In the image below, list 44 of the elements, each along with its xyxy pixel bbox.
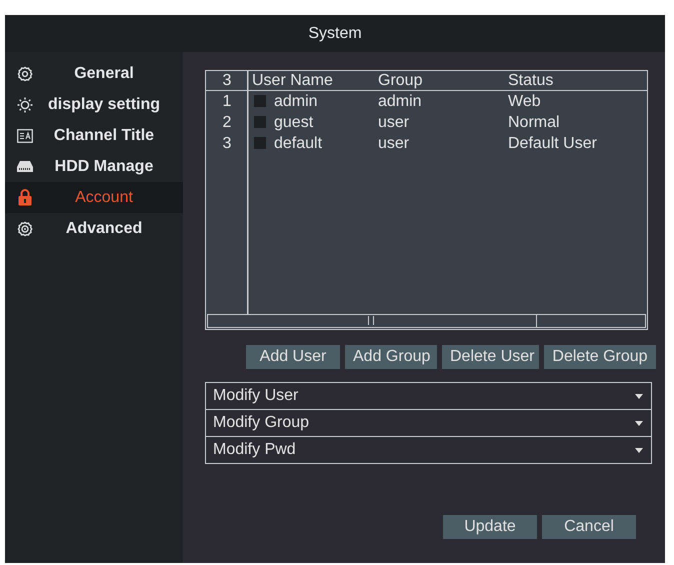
dialog-button[interactable]: Update bbox=[443, 515, 537, 539]
lock-icon bbox=[18, 189, 32, 206]
row-count: 3 bbox=[206, 71, 248, 91]
checkbox[interactable] bbox=[254, 95, 266, 107]
table-cell: admin bbox=[274, 93, 318, 110]
column-header: Group bbox=[378, 71, 508, 91]
row-number: 2 bbox=[222, 113, 232, 133]
caret-icon bbox=[635, 394, 643, 398]
table-cell: default bbox=[274, 135, 322, 152]
dialog-button[interactable]: Cancel bbox=[542, 515, 636, 539]
dropdown[interactable]: Modify Group bbox=[205, 409, 652, 437]
gear-icon bbox=[17, 66, 33, 82]
caption-icon bbox=[17, 128, 33, 142]
sidebar-item[interactable]: General bbox=[5, 58, 183, 89]
sidebar-item[interactable]: Advanced bbox=[5, 213, 183, 244]
caret-icon bbox=[635, 420, 643, 426]
scroll-bar[interactable] bbox=[207, 314, 646, 328]
caret-icon bbox=[635, 448, 643, 452]
sidebar-item[interactable]: display setting bbox=[5, 89, 183, 120]
gear-icon bbox=[17, 220, 33, 236]
checkbox[interactable] bbox=[254, 137, 266, 149]
window-title: System bbox=[308, 24, 362, 42]
table-cell-text: Default User bbox=[508, 134, 598, 154]
sidebar-item[interactable]: Channel Title bbox=[5, 120, 183, 151]
table-cell-text: user bbox=[378, 134, 410, 154]
table-cell-text: user bbox=[378, 113, 410, 133]
dropdown[interactable]: Modify Pwd bbox=[205, 436, 652, 464]
table-cell-text: Normal bbox=[508, 113, 561, 133]
sidebar-item[interactable]: Account bbox=[5, 182, 183, 213]
sun-icon bbox=[17, 96, 33, 112]
action-button[interactable]: Add User bbox=[246, 345, 340, 369]
table-cell-text: admin bbox=[378, 92, 423, 112]
sidebar-item[interactable]: HDD Manage bbox=[5, 151, 183, 182]
table-cell: guest bbox=[274, 114, 314, 131]
row-number: 3 bbox=[222, 134, 232, 154]
column-header: Status bbox=[508, 71, 647, 91]
action-button[interactable]: Delete Group bbox=[544, 345, 656, 369]
table-cell-text: Web bbox=[508, 92, 542, 112]
dropdown[interactable]: Modify User bbox=[205, 382, 652, 410]
column-header: User Name bbox=[248, 71, 378, 91]
action-button[interactable]: Delete User bbox=[442, 345, 539, 369]
row-number: 1 bbox=[222, 92, 232, 112]
checkbox[interactable] bbox=[254, 116, 266, 128]
action-button[interactable]: Add Group bbox=[345, 345, 437, 369]
